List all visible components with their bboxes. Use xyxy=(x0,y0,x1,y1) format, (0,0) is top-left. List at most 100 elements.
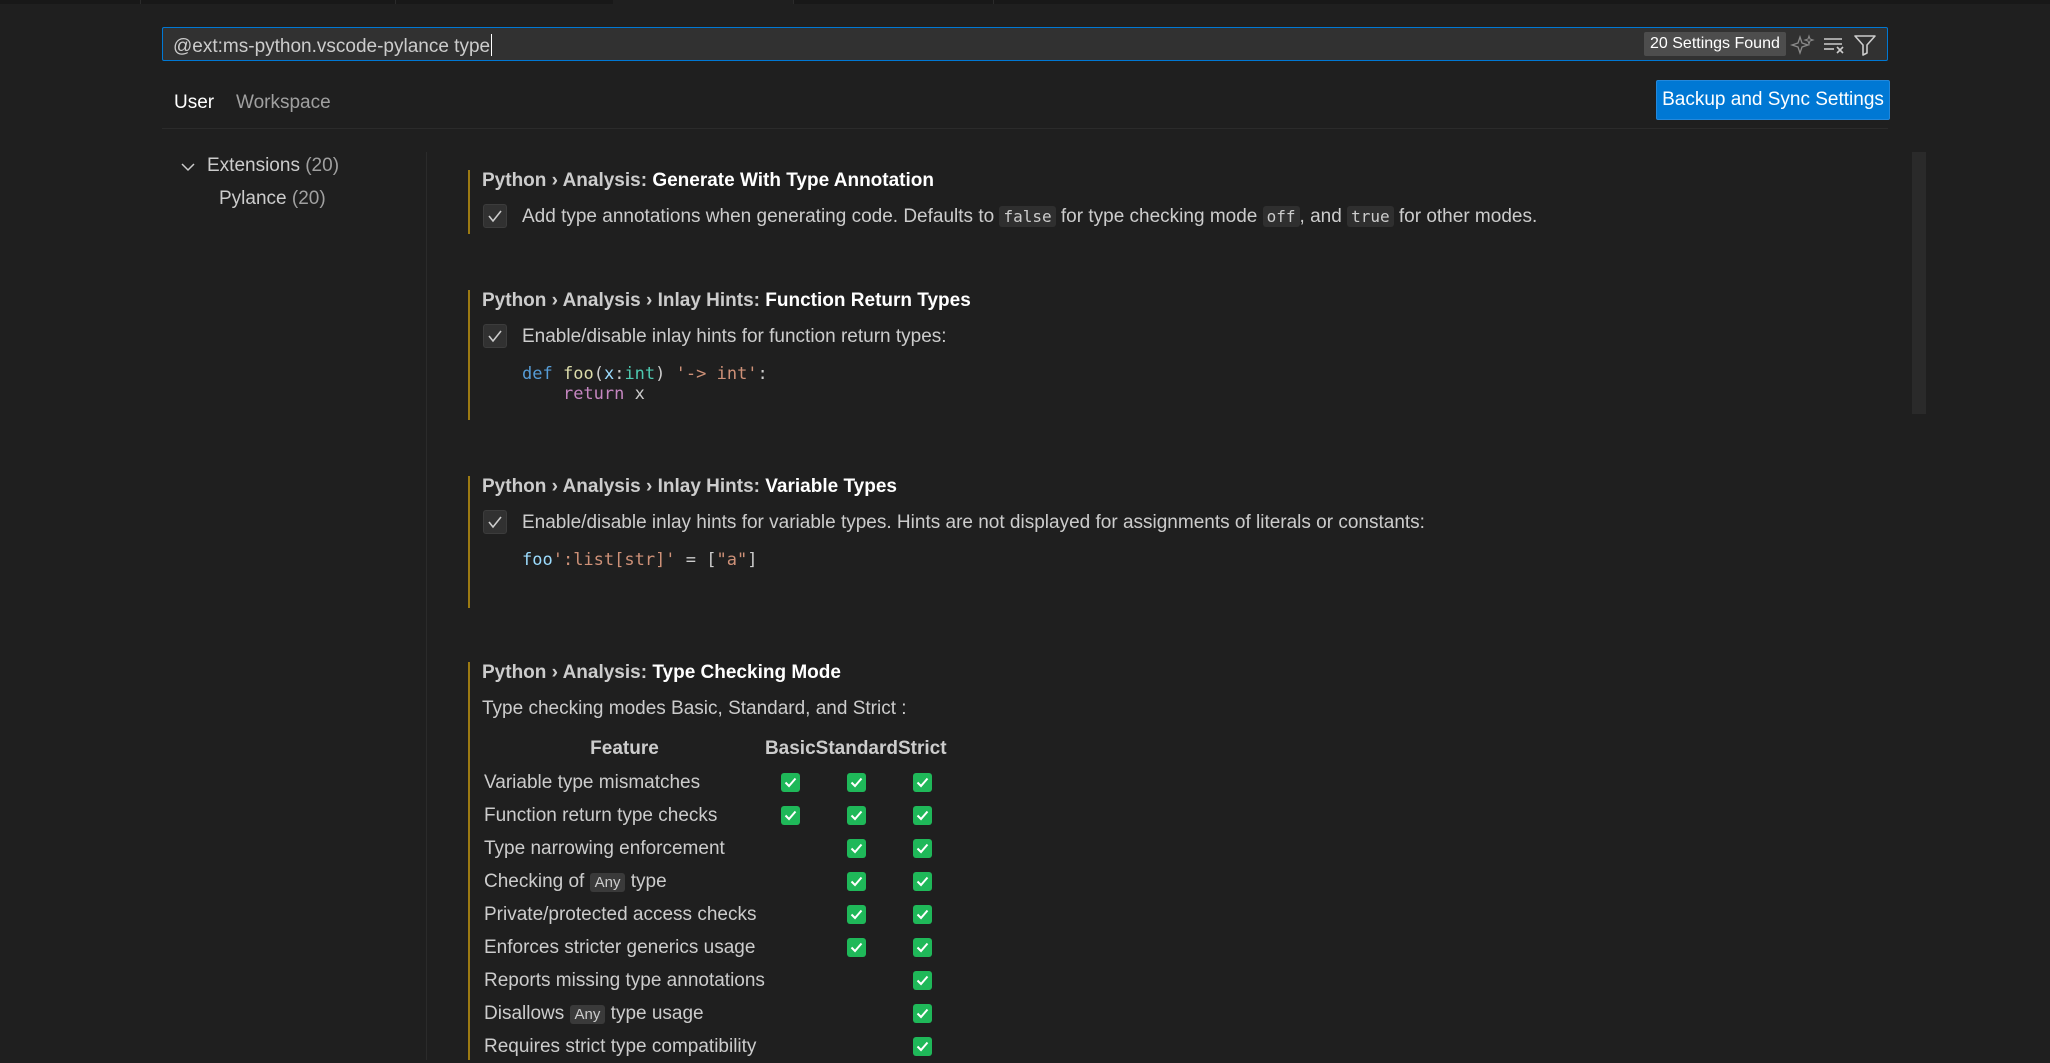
table-row: Disallows Any type usage xyxy=(484,997,947,1030)
green-check-icon xyxy=(912,904,932,924)
table-row: Checking of Any type xyxy=(484,865,947,898)
basic-cell xyxy=(765,964,816,997)
sparkle-icon[interactable] xyxy=(1789,32,1816,58)
feature-cell: Reports missing type annotations xyxy=(484,969,765,991)
type-checking-modes-table: Feature Basic Standard Strict Variable t… xyxy=(484,738,947,1063)
green-check-icon xyxy=(912,970,932,990)
setting-description: Type checking modes Basic, Standard, and… xyxy=(482,698,907,719)
standard-cell xyxy=(816,898,898,931)
editor-tab-strip xyxy=(0,0,2050,4)
strict-cell xyxy=(898,799,947,832)
setting-title: Python › Analysis › Inlay Hints: Variabl… xyxy=(482,476,897,497)
green-check-icon xyxy=(912,937,932,957)
feature-cell: Private/protected access checks xyxy=(484,903,757,925)
modified-indicator xyxy=(468,290,470,420)
editor-tab[interactable] xyxy=(0,0,141,4)
table-row: Requires strict type compatibility xyxy=(484,1030,947,1063)
basic-cell xyxy=(765,1030,816,1063)
column-header-standard: Standard xyxy=(815,738,898,759)
setting-title: Python › Analysis: Generate With Type An… xyxy=(482,170,934,191)
filter-icon[interactable] xyxy=(1852,32,1878,58)
strict-cell xyxy=(898,898,947,931)
setting-description: Enable/disable inlay hints for function … xyxy=(522,326,947,347)
green-check-icon xyxy=(780,772,800,792)
chevron-down-icon xyxy=(181,163,195,172)
tab-workspace[interactable]: Workspace xyxy=(236,88,331,128)
basic-cell xyxy=(765,997,816,1030)
column-header-basic: Basic xyxy=(764,738,816,759)
toc-item-extensions[interactable]: Extensions (20) xyxy=(180,155,339,177)
text-caret xyxy=(491,34,493,56)
green-check-icon xyxy=(780,805,800,825)
tab-user[interactable]: User xyxy=(174,88,215,129)
feature-cell: Disallows Any type usage xyxy=(484,1002,704,1024)
standard-cell xyxy=(816,997,898,1030)
check-icon xyxy=(488,516,502,529)
green-check-icon xyxy=(847,805,867,825)
editor-tab[interactable] xyxy=(395,0,614,4)
setting-checkbox[interactable] xyxy=(483,324,507,348)
editor-tab[interactable] xyxy=(793,0,994,4)
standard-cell xyxy=(816,931,898,964)
standard-cell xyxy=(816,865,898,898)
check-icon xyxy=(488,210,502,223)
green-check-icon xyxy=(912,772,932,792)
feature-cell: Checking of Any type xyxy=(484,870,667,892)
editor-tab[interactable] xyxy=(140,0,396,4)
basic-cell xyxy=(765,931,816,964)
inline-code: Any xyxy=(589,872,626,892)
toc-item-pylance[interactable]: Pylance (20) xyxy=(219,188,326,210)
inline-code: Any xyxy=(569,1004,606,1024)
standard-cell xyxy=(816,799,898,832)
strict-cell xyxy=(898,931,947,964)
modified-indicator xyxy=(468,170,470,234)
feature-cell: Requires strict type compatibility xyxy=(484,1035,757,1057)
backup-sync-button[interactable]: Backup and Sync Settings xyxy=(1656,80,1890,120)
feature-cell: Enforces stricter generics usage xyxy=(484,936,756,958)
table-row: Type narrowing enforcement xyxy=(484,832,947,865)
strict-cell xyxy=(898,865,947,898)
table-row: Private/protected access checks xyxy=(484,898,947,931)
strict-cell xyxy=(898,832,947,865)
green-check-icon xyxy=(847,937,867,957)
feature-cell: Type narrowing enforcement xyxy=(484,837,725,859)
modified-indicator xyxy=(468,662,470,1060)
scrollbar[interactable] xyxy=(1912,152,1926,414)
setting-title: Python › Analysis: Type Checking Mode xyxy=(482,662,841,683)
check-icon xyxy=(488,330,502,343)
green-check-icon xyxy=(912,838,932,858)
toc-pylance-count: (20) xyxy=(291,188,326,209)
clear-filter-icon[interactable] xyxy=(1821,32,1847,58)
modified-indicator xyxy=(468,476,470,608)
setting-description: Add type annotations when generating cod… xyxy=(522,206,1538,227)
green-check-icon xyxy=(912,1003,932,1023)
settings-search-box[interactable]: @ext:ms-python.vscode-pylance type 20 Se… xyxy=(162,27,1888,61)
green-check-icon xyxy=(847,871,867,891)
toc-divider xyxy=(426,152,427,1060)
feature-cell: Function return type checks xyxy=(484,804,718,826)
table-row: Reports missing type annotations xyxy=(484,964,947,997)
basic-cell xyxy=(765,799,816,832)
settings-found-badge: 20 Settings Found xyxy=(1644,32,1786,56)
strict-cell xyxy=(898,964,947,997)
standard-cell xyxy=(816,832,898,865)
column-header-feature: Feature xyxy=(590,738,659,759)
standard-cell xyxy=(816,964,898,997)
green-check-icon xyxy=(847,772,867,792)
basic-cell xyxy=(765,832,816,865)
toc-extensions-label: Extensions xyxy=(207,155,300,176)
table-row: Variable type mismatches xyxy=(484,766,947,799)
green-check-icon xyxy=(912,871,932,891)
basic-cell xyxy=(765,898,816,931)
strict-cell xyxy=(898,997,947,1030)
setting-checkbox[interactable] xyxy=(483,510,507,534)
setting-description: Enable/disable inlay hints for variable … xyxy=(522,512,1425,533)
toc-pylance-label: Pylance xyxy=(219,188,287,209)
settings-search-input[interactable]: @ext:ms-python.vscode-pylance type xyxy=(173,34,493,58)
green-check-icon xyxy=(912,805,932,825)
toc-extensions-count: (20) xyxy=(305,155,340,176)
green-check-icon xyxy=(847,838,867,858)
setting-checkbox[interactable] xyxy=(483,204,507,228)
tabs-divider xyxy=(162,128,1888,129)
editor-tab-active[interactable] xyxy=(613,0,794,4)
